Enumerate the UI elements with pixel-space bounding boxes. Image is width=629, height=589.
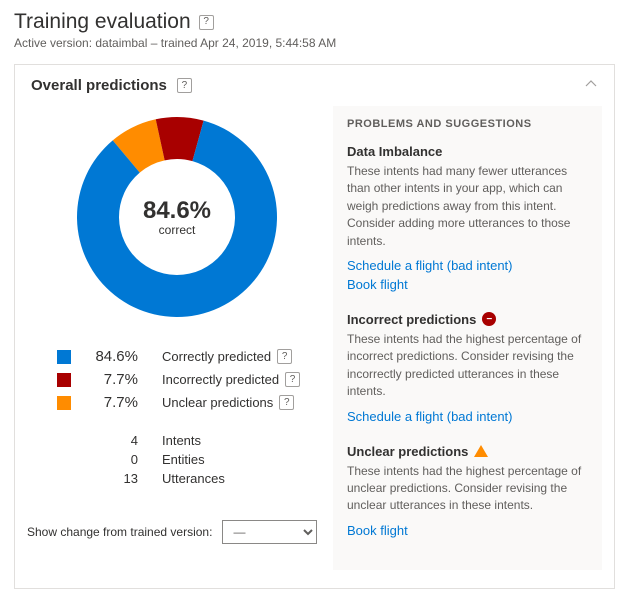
problem-title: Data Imbalance (347, 144, 442, 159)
count-value: 0 (57, 452, 138, 467)
legend-value: 7.7% (83, 371, 138, 388)
legend-row: 7.7% Unclear predictions? (57, 394, 317, 411)
legend-swatch (57, 350, 71, 364)
active-version-subtitle: Active version: dataimbal – trained Apr … (14, 36, 615, 50)
problems-heading: Problems and Suggestions (347, 118, 588, 130)
legend-label: Incorrectly predicted (162, 372, 279, 387)
help-icon[interactable]: ? (199, 15, 214, 30)
legend-swatch (57, 396, 71, 410)
problem-item: Incorrect predictions− These intents had … (347, 312, 588, 424)
intent-link[interactable]: Schedule a flight (bad intent) (347, 409, 588, 424)
problem-title: Incorrect predictions (347, 312, 476, 327)
legend-value: 7.7% (83, 394, 138, 411)
count-row: 0 Entities (57, 452, 317, 467)
count-label: Utterances (162, 471, 225, 486)
counts: 4 Intents 0 Entities 13 Utterances (27, 433, 327, 490)
problem-item: Data Imbalance These intents had many few… (347, 144, 588, 292)
legend-swatch (57, 373, 71, 387)
count-label: Entities (162, 452, 205, 467)
warning-icon (474, 445, 488, 457)
count-row: 4 Intents (57, 433, 317, 448)
legend-row: 84.6% Correctly predicted? (57, 348, 317, 365)
intent-link[interactable]: Book flight (347, 523, 588, 538)
page-title: Training evaluation (14, 10, 191, 34)
chevron-up-icon[interactable] (584, 77, 598, 94)
problems-panel: Problems and Suggestions Data Imbalance T… (333, 106, 602, 570)
problem-description: These intents had the highest percentage… (347, 463, 588, 515)
help-icon[interactable]: ? (177, 78, 192, 93)
help-icon[interactable]: ? (277, 349, 292, 364)
count-row: 13 Utterances (57, 471, 317, 486)
problem-description: These intents had the highest percentage… (347, 331, 588, 401)
help-icon[interactable]: ? (279, 395, 294, 410)
help-icon[interactable]: ? (285, 372, 300, 387)
problem-title: Unclear predictions (347, 444, 468, 459)
legend-label: Unclear predictions (162, 395, 273, 410)
donut-center-label: correct (159, 223, 196, 237)
intent-link[interactable]: Book flight (347, 277, 588, 292)
problem-description: These intents had many fewer utterances … (347, 163, 588, 250)
legend-label: Correctly predicted (162, 349, 271, 364)
panel-header[interactable]: Overall predictions ? (15, 65, 614, 106)
count-value: 4 (57, 433, 138, 448)
overall-predictions-panel: Overall predictions ? 84.6% correct 84.6… (14, 64, 615, 589)
error-icon: − (482, 312, 496, 326)
legend: 84.6% Correctly predicted? 7.7% Incorrectly… (27, 348, 327, 417)
version-select-label: Show change from trained version: (27, 525, 212, 539)
legend-value: 84.6% (83, 348, 138, 365)
legend-row: 7.7% Incorrectly predicted? (57, 371, 317, 388)
intent-link[interactable]: Schedule a flight (bad intent) (347, 258, 588, 273)
donut-chart: 84.6% correct (72, 112, 282, 322)
count-value: 13 (57, 471, 138, 486)
donut-center-value: 84.6% (143, 197, 211, 225)
panel-title: Overall predictions (31, 77, 167, 94)
count-label: Intents (162, 433, 201, 448)
